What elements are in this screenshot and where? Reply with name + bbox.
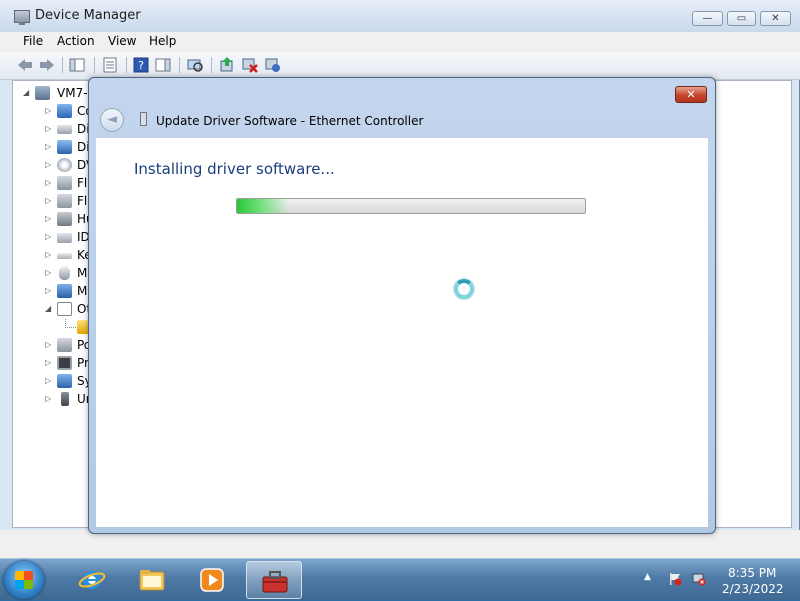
expand-icon[interactable]: ▷ <box>45 232 51 241</box>
taskbar-media-player[interactable] <box>184 561 240 599</box>
expand-icon[interactable]: ▷ <box>45 376 51 385</box>
toolbar-separator <box>126 57 127 73</box>
other-devices-icon <box>57 302 72 316</box>
mouse-icon <box>59 266 70 280</box>
expand-icon[interactable]: ▷ <box>45 178 51 187</box>
taskbar-device-manager[interactable] <box>246 561 302 599</box>
usb-icon <box>61 392 69 406</box>
show-hidden-icons-icon[interactable]: ▲ <box>644 572 658 586</box>
busy-spinner-icon <box>454 279 474 299</box>
menu-bar: File Action View Help <box>0 32 800 52</box>
status-bar <box>0 530 800 558</box>
back-button[interactable]: ◄ <box>100 108 124 132</box>
taskbar-windows-explorer[interactable] <box>124 561 180 599</box>
menu-view[interactable]: View <box>108 34 136 48</box>
collapse-icon[interactable]: ◢ <box>45 304 51 313</box>
media-player-icon <box>200 568 224 592</box>
tree-item-label: M <box>77 266 88 280</box>
computer-icon <box>35 86 50 100</box>
title-bar[interactable]: Device Manager — ▭ ✕ <box>0 0 800 32</box>
display-adapter-icon <box>57 140 72 154</box>
action-pane-icon[interactable] <box>154 56 172 74</box>
disable-device-icon[interactable] <box>241 56 259 74</box>
toolbox-icon <box>262 571 288 593</box>
toolbar-separator <box>179 57 180 73</box>
update-driver-icon[interactable] <box>218 56 236 74</box>
expand-icon[interactable]: ▷ <box>45 142 51 151</box>
maximize-button[interactable]: ▭ <box>727 11 756 26</box>
expand-icon[interactable]: ▷ <box>45 124 51 133</box>
menu-action[interactable]: Action <box>57 34 95 48</box>
expand-icon[interactable]: ▷ <box>45 106 51 115</box>
keyboard-icon <box>57 253 72 259</box>
disk-drive-icon <box>57 125 72 134</box>
notification-area: ▲ 8:35 PM 2/23/2022 <box>640 559 800 601</box>
network-disconnected-icon[interactable] <box>692 572 706 586</box>
menu-file[interactable]: File <box>23 34 43 48</box>
monitor-icon <box>57 284 72 298</box>
toolbar-separator <box>62 57 63 73</box>
install-status-heading: Installing driver software... <box>134 160 335 178</box>
start-button[interactable] <box>4 561 44 599</box>
folder-icon <box>139 570 165 591</box>
ide-controller-icon <box>57 233 72 243</box>
expand-icon[interactable]: ▷ <box>45 160 51 169</box>
expand-icon[interactable]: ▷ <box>45 268 51 277</box>
dialog-title: Update Driver Software - Ethernet Contro… <box>156 114 424 128</box>
install-progress-bar <box>236 198 586 214</box>
tree-item-label: Fl <box>77 176 88 190</box>
tree-item-label: Fl <box>77 194 88 208</box>
update-driver-dialog: ✕ ◄ Update Driver Software - Ethernet Co… <box>88 77 716 534</box>
taskbar: ▲ 8:35 PM 2/23/2022 <box>0 558 800 600</box>
network-device-icon <box>140 112 147 126</box>
show-hide-tree-icon[interactable] <box>68 56 86 74</box>
computer-icon <box>57 104 72 118</box>
expand-icon[interactable]: ▷ <box>45 358 51 367</box>
port-icon <box>57 338 72 352</box>
tree-item-label: M <box>77 284 88 298</box>
collapse-icon[interactable]: ◢ <box>23 88 29 97</box>
forward-arrow-icon[interactable] <box>38 56 56 74</box>
dvd-drive-icon <box>57 158 72 172</box>
properties-icon[interactable] <box>101 56 119 74</box>
expand-icon[interactable]: ▷ <box>45 196 51 205</box>
expand-icon[interactable]: ▷ <box>45 286 51 295</box>
toolbar-separator <box>211 57 212 73</box>
clock-time[interactable]: 8:35 PM <box>728 566 776 580</box>
internet-explorer-icon <box>78 571 106 589</box>
device-manager-icon <box>14 10 30 25</box>
dialog-close-button[interactable]: ✕ <box>675 86 707 103</box>
close-button[interactable]: ✕ <box>760 11 791 26</box>
help-icon[interactable]: ? <box>132 56 150 74</box>
expand-icon[interactable]: ▷ <box>45 214 51 223</box>
menu-help[interactable]: Help <box>149 34 176 48</box>
clock-date[interactable]: 2/23/2022 <box>722 582 784 596</box>
expand-icon[interactable]: ▷ <box>45 340 51 349</box>
tree-connector <box>65 319 76 328</box>
dialog-content: Installing driver software... <box>96 138 708 527</box>
minimize-button[interactable]: — <box>692 11 723 26</box>
window-title: Device Manager <box>35 8 141 23</box>
uninstall-device-icon[interactable] <box>264 56 282 74</box>
svg-text:?: ? <box>138 59 144 72</box>
scan-hardware-icon[interactable] <box>186 56 204 74</box>
toolbar: ? <box>0 52 800 80</box>
floppy-disk-icon <box>57 176 72 190</box>
action-center-flag-icon[interactable] <box>668 572 682 586</box>
expand-icon[interactable]: ▷ <box>45 250 51 259</box>
tree-root-label: VM7- <box>57 86 88 100</box>
dialog-header: ◄ Update Driver Software - Ethernet Cont… <box>96 104 708 136</box>
expand-icon[interactable]: ▷ <box>45 394 51 403</box>
system-devices-icon <box>57 374 72 388</box>
processor-icon <box>57 356 72 370</box>
taskbar-internet-explorer[interactable] <box>64 561 120 599</box>
back-arrow-icon[interactable] <box>16 56 34 74</box>
toolbar-separator <box>94 57 95 73</box>
progress-fill <box>237 199 290 213</box>
human-interface-icon <box>57 212 72 226</box>
floppy-controller-icon <box>57 194 72 208</box>
